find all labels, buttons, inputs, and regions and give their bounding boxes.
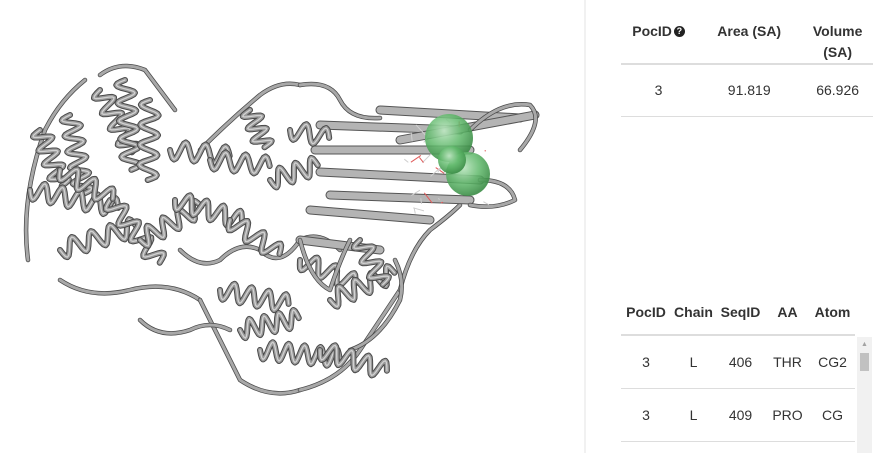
ribbon-segment <box>297 287 403 393</box>
table-row[interactable]: 3 L 406 THR CG2 <box>621 335 855 389</box>
residue-header-row: PocID Chain SeqID AA Atom <box>621 289 855 336</box>
header-volume[interactable]: Volume (SA) <box>802 0 873 65</box>
residue-bond <box>410 154 422 163</box>
pocket-analysis-page: PocID? Area (SA) Volume (SA) 3 91.819 66… <box>0 0 890 453</box>
pocket-sphere[interactable] <box>438 146 466 174</box>
cell-atom: CG2 <box>810 335 855 389</box>
cell-aa: THR <box>765 335 810 389</box>
cell-aa: PRO <box>765 388 810 442</box>
residue-table-container[interactable]: PocID Chain SeqID AA Atom 3 L 406 THR CG… <box>621 289 873 453</box>
residue-bond <box>422 152 433 163</box>
residue-bond <box>420 198 422 205</box>
cell-atom: CG <box>810 388 855 442</box>
pocket-header-row: PocID? Area (SA) Volume (SA) <box>621 0 873 65</box>
residue-bond <box>403 158 409 163</box>
cell-chain: L <box>671 335 716 389</box>
residue-bond <box>483 201 490 206</box>
scroll-up-arrow-icon[interactable]: ▲ <box>857 337 872 352</box>
header-pocid[interactable]: PocID? <box>621 0 697 65</box>
residue-bond <box>440 201 444 204</box>
protein-structure-viewer[interactable] <box>0 0 584 453</box>
cell-area: 91.819 <box>696 64 803 117</box>
scrollbar-thumb[interactable] <box>860 353 869 371</box>
ribbon-segment <box>306 206 434 224</box>
pocket-summary-table: PocID? Area (SA) Volume (SA) 3 91.819 66… <box>621 0 873 117</box>
header-area[interactable]: Area (SA) <box>696 0 803 65</box>
protein-ribbon-render[interactable] <box>0 0 584 453</box>
cell-seqid: 406 <box>716 335 765 389</box>
header-atom[interactable]: Atom <box>810 289 855 336</box>
residue-scrollbar[interactable]: ▲ <box>857 337 872 453</box>
header-aa[interactable]: AA <box>765 289 810 336</box>
cell-pocid: 3 <box>621 64 697 117</box>
ribbon-segment <box>58 278 202 302</box>
residue-bond <box>419 157 424 163</box>
panel-divider <box>584 0 586 453</box>
table-row[interactable]: 3 L 409 PRO CG <box>621 388 855 442</box>
residue-table: PocID Chain SeqID AA Atom 3 L 406 THR CG… <box>621 289 855 442</box>
table-row[interactable]: 3 91.819 66.926 <box>621 64 873 117</box>
ribbon-segment <box>178 245 262 265</box>
ribbon-backbone <box>23 63 540 396</box>
question-circle-icon[interactable]: ? <box>673 26 685 37</box>
header-seqid[interactable]: SeqID <box>716 289 765 336</box>
ribbon-segment <box>298 82 382 120</box>
ribbon-segment <box>326 191 474 204</box>
cell-pocid: 3 <box>621 388 671 442</box>
cell-volume: 66.926 <box>802 64 873 117</box>
header-pocid[interactable]: PocID <box>621 289 671 336</box>
cell-pocid: 3 <box>621 335 671 389</box>
header-chain[interactable]: Chain <box>671 289 716 336</box>
ribbon-segment <box>298 288 402 392</box>
cell-chain: L <box>671 388 716 442</box>
cell-seqid: 409 <box>716 388 765 442</box>
